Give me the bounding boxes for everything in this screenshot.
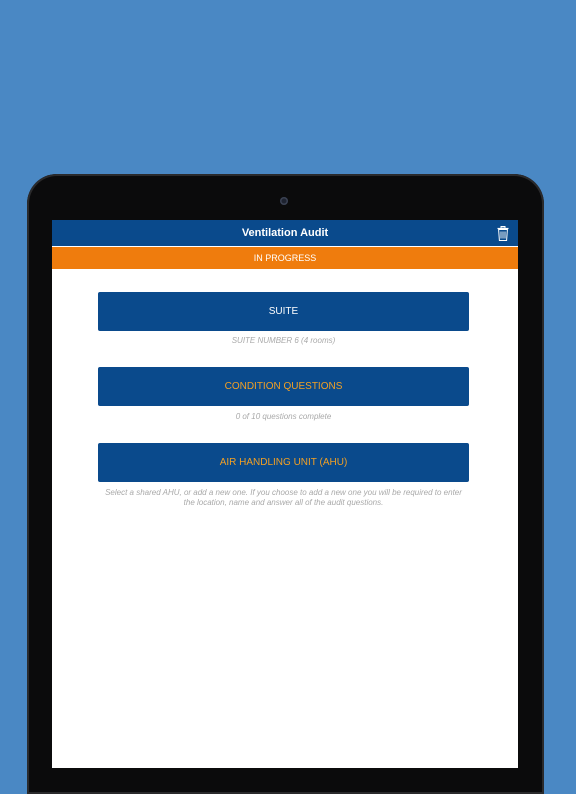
status-badge: IN PROGRESS	[52, 247, 518, 269]
suite-helper-text: SUITE NUMBER 6 (4 rooms)	[231, 336, 336, 345]
camera-icon	[280, 197, 288, 205]
trash-icon[interactable]	[497, 226, 509, 241]
ahu-helper-text: Select a shared AHU, or add a new one. I…	[105, 488, 462, 507]
condition-questions-button[interactable]: CONDITION QUESTIONS	[98, 367, 469, 406]
air-handling-unit-button[interactable]: AIR HANDLING UNIT (AHU)	[98, 443, 469, 482]
suite-button[interactable]: SUITE	[98, 292, 469, 331]
page-title: Ventilation Audit	[241, 227, 329, 239]
condition-helper-text: 0 of 10 questions complete	[235, 412, 332, 421]
navigation-bar: Ventilation Audit	[52, 220, 518, 246]
app-screen: Ventilation Audit IN PROGRESS SUITE SUIT…	[52, 220, 518, 768]
